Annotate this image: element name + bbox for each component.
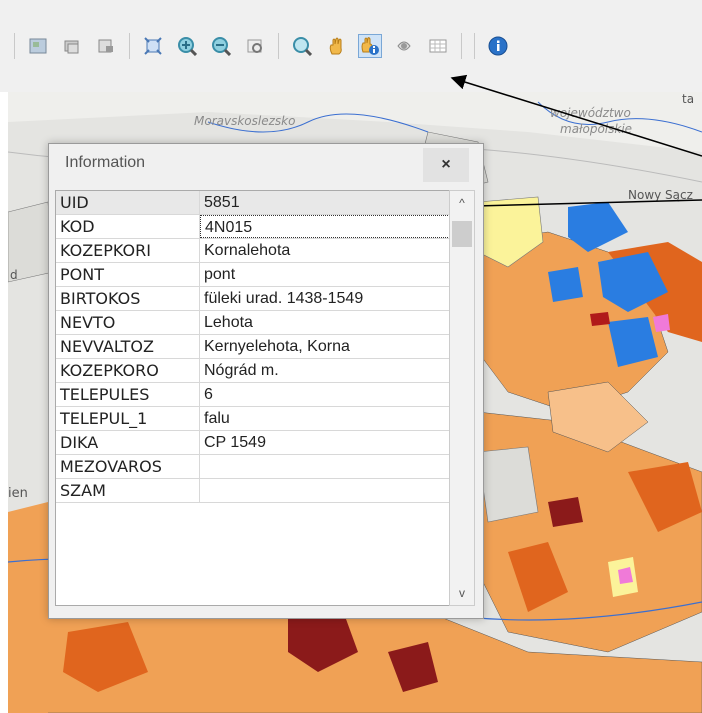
map-label-city: Nowy Sącz (628, 188, 693, 202)
toolbar-separator (461, 33, 462, 59)
information-window: Information × UID 5851 KOD 4N015 KOZEPKORI Ko… (48, 143, 484, 619)
field-name-cell: DIKA (56, 431, 200, 454)
field-value-cell[interactable] (200, 455, 450, 478)
field-name-cell: SZAM (56, 479, 200, 502)
field-name-cell: MEZOVAROS (56, 455, 200, 478)
vertical-scrollbar[interactable]: ^ v (449, 190, 475, 606)
layer-icon[interactable] (60, 34, 84, 58)
table-row[interactable]: UID 5851 (56, 191, 450, 215)
table-row[interactable]: NEVTO Lehota (56, 311, 450, 335)
table-row[interactable]: PONT pont (56, 263, 450, 287)
info-icon[interactable] (486, 34, 510, 58)
field-value-cell[interactable]: falu (200, 407, 450, 430)
toolbar-separator (278, 33, 279, 59)
table-icon[interactable] (426, 34, 450, 58)
toolbar (0, 0, 702, 92)
table-row[interactable]: BIRTOKOS füleki urad. 1438-1549 (56, 287, 450, 311)
field-value-cell[interactable] (200, 479, 450, 502)
pan-icon[interactable] (324, 34, 348, 58)
scroll-up-icon[interactable]: ^ (450, 191, 474, 215)
field-name-cell: TELEPUL_1 (56, 407, 200, 430)
field-name-cell: PONT (56, 263, 200, 286)
field-name-cell: UID (56, 191, 200, 214)
map-label-region: Moravskoslezsko (194, 114, 296, 128)
table-row[interactable]: TELEPUL_1 falu (56, 407, 450, 431)
field-name-cell: NEVVALTOZ (56, 335, 200, 358)
field-value-cell[interactable]: CP 1549 (200, 431, 450, 454)
zoom-out-icon[interactable] (209, 34, 233, 58)
map-label-voivodeship: województwo (550, 106, 631, 120)
table-row[interactable]: KOZEPKORI Kornalehota (56, 239, 450, 263)
field-value-cell[interactable]: füleki urad. 1438-1549 (200, 287, 450, 310)
select-features-icon[interactable] (26, 34, 50, 58)
map-label-edge-3: ta (682, 92, 695, 106)
layer-2-icon[interactable] (94, 34, 118, 58)
table-row[interactable]: MEZOVAROS (56, 455, 450, 479)
attribute-grid: UID 5851 KOD 4N015 KOZEPKORI Kornalehota PONT p… (55, 190, 451, 606)
window-title: Information (65, 154, 146, 171)
field-value-cell[interactable]: Kornalehota (200, 239, 450, 262)
table-row[interactable]: KOD 4N015 (56, 215, 450, 239)
toolbar-separator (129, 33, 130, 59)
map-label-edge-2: ien (8, 486, 28, 501)
field-value-cell[interactable]: Kernyelehota, Korna (200, 335, 450, 358)
table-row[interactable]: NEVVALTOZ Kernyelehota, Korna (56, 335, 450, 359)
field-value-cell[interactable]: pont (200, 263, 450, 286)
toolbar-strip (0, 22, 632, 70)
table-row[interactable]: SZAM (56, 479, 450, 503)
field-name-cell: KOD (56, 215, 200, 238)
scrollbar-thumb[interactable] (452, 221, 472, 247)
table-row[interactable]: TELEPULES 6 (56, 383, 450, 407)
field-value-cell[interactable]: 5851 (200, 191, 450, 214)
table-row[interactable]: KOZEPKORO Nógrád m. (56, 359, 450, 383)
tool-icon[interactable] (392, 34, 416, 58)
field-name-cell: TELEPULES (56, 383, 200, 406)
zoom-extent-icon[interactable] (141, 34, 165, 58)
zoom-in-icon[interactable] (175, 34, 199, 58)
close-button[interactable]: × (423, 148, 469, 182)
field-name-cell: KOZEPKORI (56, 239, 200, 262)
map-label-edge: d (10, 268, 18, 282)
scroll-down-icon[interactable]: v (450, 581, 474, 605)
toolbar-separator (474, 33, 475, 59)
field-name-cell: NEVTO (56, 311, 200, 334)
toolbar-separator (14, 33, 15, 59)
table-row[interactable]: DIKA CP 1549 (56, 431, 450, 455)
zoom-layer-icon[interactable] (243, 34, 267, 58)
map-label-voivodeship-2: małopolskie (560, 122, 633, 136)
field-value-cell[interactable]: Nógrád m. (200, 359, 450, 382)
field-value-cell[interactable]: Lehota (200, 311, 450, 334)
field-name-cell: KOZEPKORO (56, 359, 200, 382)
magnifier-icon[interactable] (290, 34, 314, 58)
field-value-cell[interactable]: 6 (200, 383, 450, 406)
field-name-cell: BIRTOKOS (56, 287, 200, 310)
field-value-cell[interactable]: 4N015 (200, 215, 450, 238)
identify-icon[interactable] (358, 34, 382, 58)
